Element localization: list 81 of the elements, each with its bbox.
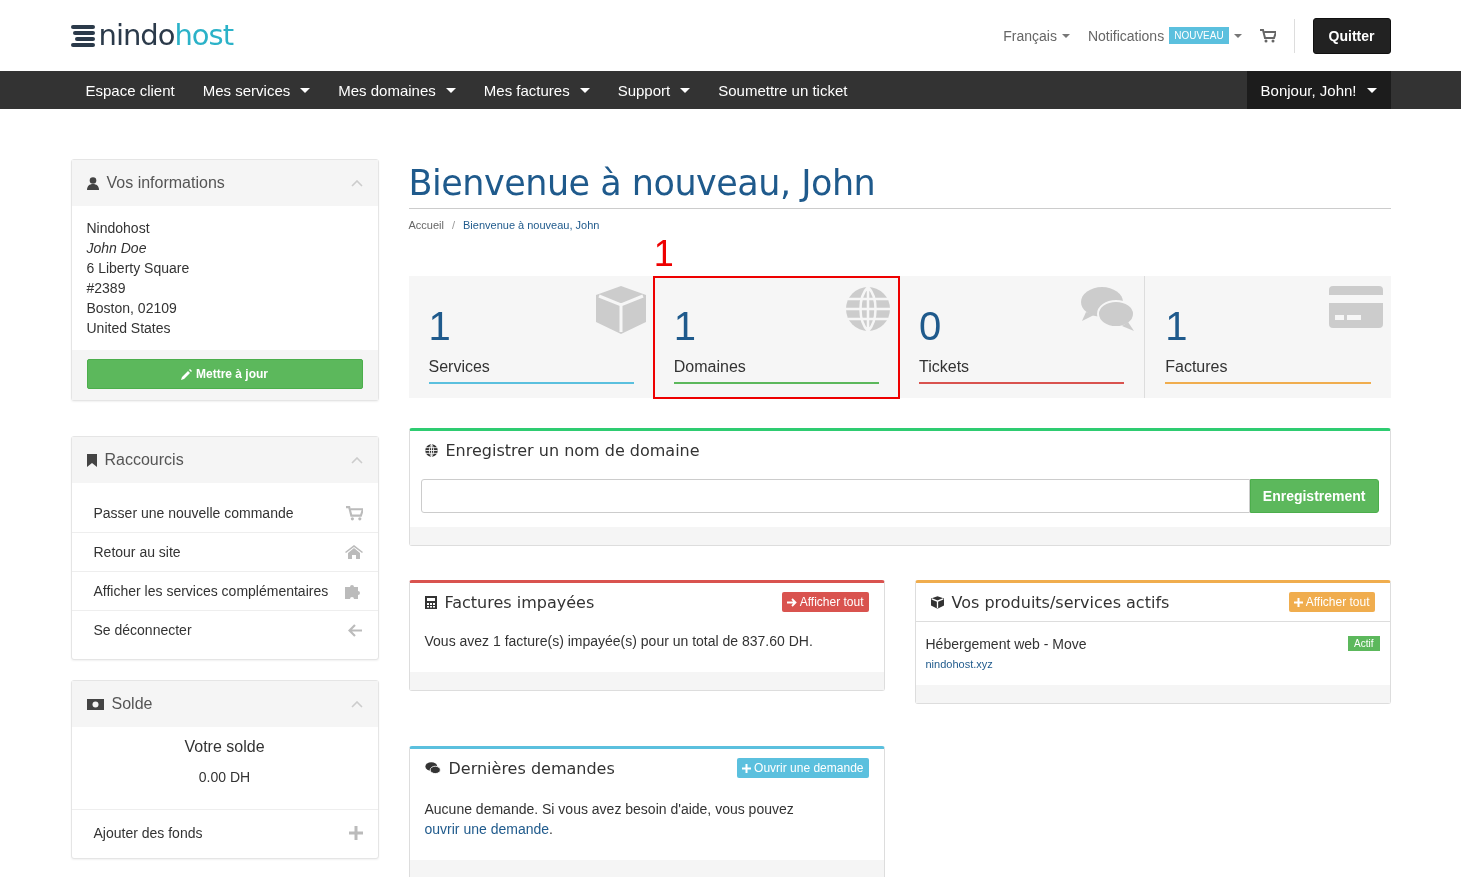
stat-label: Services [428, 358, 491, 376]
chevron-up-icon[interactable] [350, 700, 363, 708]
breadcrumb-link[interactable]: Bienvenue à nouveau, John [463, 219, 600, 231]
address-line: 6 Liberty Square [86, 259, 191, 278]
stat-label: Factures [1165, 358, 1229, 376]
arrow-right-icon [786, 597, 797, 607]
panel-title: Factures impayées [444, 592, 596, 612]
nav-item[interactable]: Mes domaines [324, 71, 470, 109]
plus-icon [742, 763, 752, 773]
shortcut-link[interactable]: Retour au site [71, 533, 378, 572]
tickets-message: Aucune demande. Si vous avez besoin d'aide, vous pouvez ouvrir une demande. [423, 800, 795, 839]
nav-item[interactable]: Espace client [71, 71, 189, 109]
status-label: Actif [1348, 636, 1380, 651]
stat-count: 1 [428, 304, 452, 348]
product-domain-link[interactable]: nindohost.xyz [925, 658, 1087, 670]
globe-icon [424, 443, 438, 457]
domain-input-field[interactable] [420, 479, 1250, 513]
bookmark-icon [86, 453, 97, 467]
add-funds-link[interactable]: Ajouter des fonds [71, 809, 378, 856]
shortcut-link[interactable]: Passer une nouvelle commande [71, 494, 378, 533]
chevron-up-icon[interactable] [350, 456, 363, 464]
logo[interactable]: nindohost [70, 21, 234, 50]
view-all-button[interactable]: Afficher tout [781, 592, 869, 612]
balance-label: Votre solde [183, 738, 266, 756]
panel-title: Vos produits/services actifs [951, 592, 1171, 612]
stat-tile[interactable]: 1 Services [408, 276, 654, 398]
invoices-summary: Vous avez 1 facture(s) impayée(s) pour un total de 837.60 DH. [423, 632, 814, 651]
language-menu[interactable]: Français [1003, 27, 1070, 44]
chat-bubbles-icon [424, 761, 441, 775]
shortcut-link[interactable]: Afficher les services complémentaires [71, 572, 378, 611]
plus-icon [348, 826, 363, 840]
panel-title: Enregistrer un nom de domaine [445, 440, 701, 460]
cart-icon [345, 505, 363, 521]
cube-icon [595, 286, 646, 334]
stat-count: 0 [919, 304, 943, 348]
money-icon [86, 698, 104, 710]
pencil-icon [181, 368, 192, 380]
breadcrumb-separator: / [451, 219, 456, 231]
open-ticket-link[interactable]: ouvrir une demande [424, 821, 550, 837]
address-line: Boston, 02109 [86, 299, 178, 318]
stat-label: Tickets [919, 358, 971, 376]
address-line: United States [86, 319, 172, 338]
credit-card-icon [1328, 286, 1383, 328]
page-title: Bienvenue à nouveau, John [408, 159, 1391, 209]
chat-bubbles-icon [1080, 286, 1137, 332]
contact-name: John Doe [86, 239, 148, 258]
nav-item[interactable]: Soumettre un ticket [704, 71, 862, 109]
cart-icon[interactable] [1259, 28, 1276, 43]
cube-icon [930, 595, 944, 609]
chevron-up-icon[interactable] [350, 179, 363, 187]
product-name: Hébergement web - Move [925, 636, 1087, 652]
panel-title: Raccourcis [104, 451, 185, 469]
stat-tile[interactable]: 0 Tickets [899, 276, 1145, 398]
address-line: #2389 [86, 279, 127, 298]
stat-count: 1 [673, 304, 697, 348]
account-menu[interactable]: Bonjour, John! [1246, 71, 1391, 109]
stat-tile[interactable]: 1 Factures [1144, 276, 1391, 398]
panel-title: Vos informations [106, 174, 226, 192]
breadcrumb-link[interactable]: Accueil [408, 219, 444, 231]
globe-icon [845, 286, 891, 332]
plus-icon [1293, 597, 1303, 607]
panel-title: Dernières demandes [448, 758, 616, 778]
annotation-number: 1 [653, 234, 674, 274]
shortcut-link[interactable]: Se déconnecter [71, 611, 378, 649]
logout-button[interactable]: Quitter [1312, 17, 1391, 54]
nav-item[interactable]: Mes services [188, 71, 325, 109]
puzzle-icon [344, 583, 363, 599]
logo-icon [70, 23, 97, 48]
company-name: Nindohost [86, 219, 151, 238]
panel-title: Solde [111, 695, 154, 713]
home-icon [344, 545, 363, 559]
nav-item[interactable]: Support [603, 71, 705, 109]
calculator-icon [424, 595, 437, 609]
notifications-menu[interactable]: Notifications NOUVEAU [1087, 27, 1242, 44]
balance-amount: 0.00 DH [197, 769, 252, 785]
stat-count: 1 [1165, 304, 1189, 348]
user-icon [86, 176, 99, 190]
nav-item[interactable]: Mes factures [469, 71, 604, 109]
stat-label: Domaines [673, 358, 747, 376]
logo-text: nindohost [98, 21, 234, 50]
arrow-left-icon [347, 623, 363, 637]
